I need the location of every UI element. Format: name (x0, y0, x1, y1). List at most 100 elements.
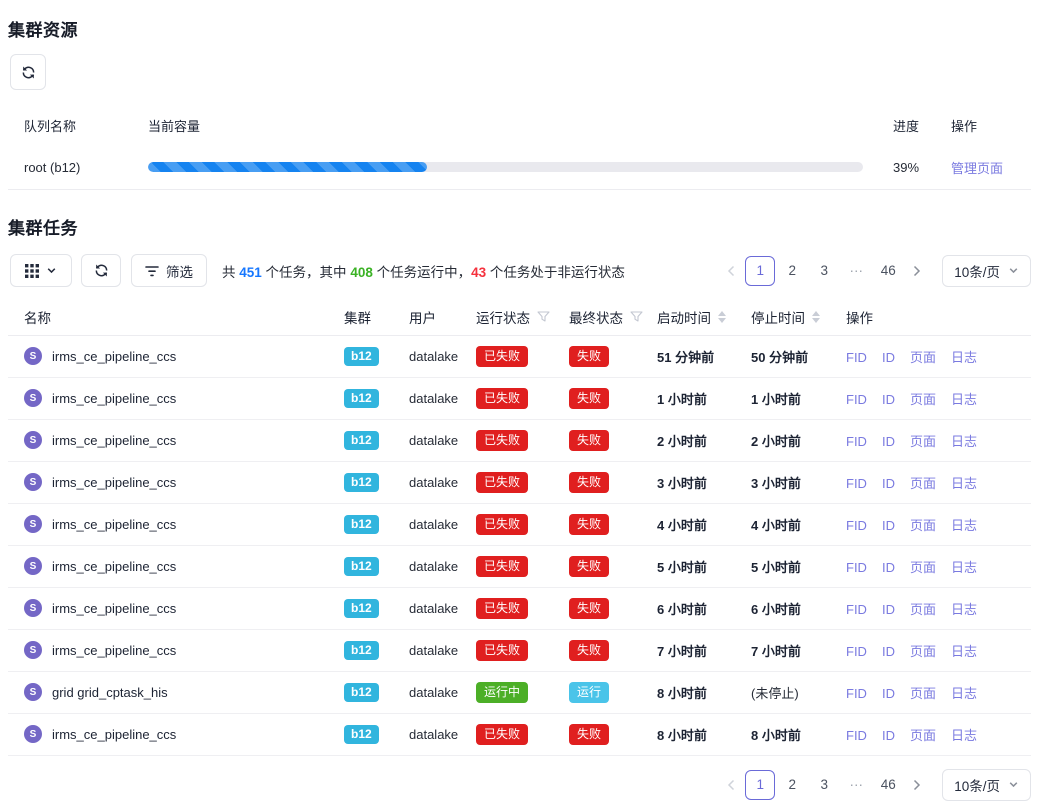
columns-grid-dropdown-button[interactable] (10, 254, 72, 287)
filter-button[interactable]: 筛选 (131, 254, 207, 287)
capacity-progress-track (148, 162, 863, 172)
fid-link[interactable]: FID (846, 518, 867, 533)
id-link[interactable]: ID (882, 476, 895, 491)
final-status-badge: 失败 (569, 346, 609, 367)
id-link[interactable]: ID (882, 686, 895, 701)
id-link[interactable]: ID (882, 560, 895, 575)
chevron-down-icon (1008, 779, 1019, 790)
log-link[interactable]: 日志 (951, 476, 977, 491)
log-link[interactable]: 日志 (951, 518, 977, 533)
page-number-3[interactable]: 3 (809, 256, 839, 286)
page-ellipsis[interactable]: ··· (841, 256, 871, 286)
grid-icon (25, 264, 39, 278)
page-ellipsis[interactable]: ··· (841, 770, 871, 800)
resources-refresh-button[interactable] (10, 54, 46, 90)
id-link[interactable]: ID (882, 602, 895, 617)
page-number-1[interactable]: 1 (745, 770, 775, 800)
avatar: S (24, 515, 42, 533)
fid-link[interactable]: FID (846, 392, 867, 407)
task-name: irms_ce_pipeline_ccs (52, 643, 176, 658)
log-link[interactable]: 日志 (951, 644, 977, 659)
run-status-badge: 已失败 (476, 724, 528, 745)
col-header-final-status: 最终状态 (569, 299, 657, 335)
log-link[interactable]: 日志 (951, 434, 977, 449)
log-link[interactable]: 日志 (951, 350, 977, 365)
page-size-select[interactable]: 10条/页 (942, 255, 1031, 287)
col-header-start-time-label: 启动时间 (657, 307, 711, 327)
page-size-value: 10条/页 (954, 775, 1000, 795)
resources-table-row: root (b12) 39% 管理页面 (8, 145, 1031, 190)
col-header-actions: 操作 (846, 299, 1031, 335)
col-header-progress: 进度 (881, 116, 945, 135)
fid-link[interactable]: FID (846, 476, 867, 491)
page-size-select[interactable]: 10条/页 (942, 769, 1031, 801)
fid-link[interactable]: FID (846, 644, 867, 659)
stop-time: 6 小时前 (751, 602, 801, 617)
next-page-button[interactable] (904, 256, 930, 286)
summary-text: 个任务，其中 (262, 265, 351, 280)
fid-link[interactable]: FID (846, 686, 867, 701)
sort-icon[interactable] (812, 311, 820, 323)
id-link[interactable]: ID (882, 392, 895, 407)
id-link[interactable]: ID (882, 728, 895, 743)
table-row: Sgrid grid_cptask_his b12 datalake 运行中 运… (8, 671, 1031, 713)
page-link[interactable]: 页面 (910, 644, 936, 659)
cluster-badge: b12 (344, 557, 379, 576)
id-link[interactable]: ID (882, 518, 895, 533)
page-number-3[interactable]: 3 (809, 770, 839, 800)
tasks-refresh-button[interactable] (81, 254, 121, 287)
manage-page-link[interactable]: 管理页面 (951, 161, 1003, 176)
fid-link[interactable]: FID (846, 728, 867, 743)
page-link[interactable]: 页面 (910, 476, 936, 491)
col-header-action: 操作 (945, 116, 1015, 135)
fid-link[interactable]: FID (846, 350, 867, 365)
filter-funnel-icon[interactable] (630, 311, 643, 323)
page-link[interactable]: 页面 (910, 392, 936, 407)
task-name: irms_ce_pipeline_ccs (52, 349, 176, 364)
task-name: irms_ce_pipeline_ccs (52, 601, 176, 616)
page-link[interactable]: 页面 (910, 602, 936, 617)
log-link[interactable]: 日志 (951, 686, 977, 701)
page-link[interactable]: 页面 (910, 350, 936, 365)
fid-link[interactable]: FID (846, 434, 867, 449)
filter-funnel-icon[interactable] (537, 311, 550, 323)
id-link[interactable]: ID (882, 434, 895, 449)
user-name: datalake (409, 391, 458, 406)
stop-time: 2 小时前 (751, 434, 801, 449)
page-number-2[interactable]: 2 (777, 256, 807, 286)
next-page-button[interactable] (904, 770, 930, 800)
final-status-badge: 失败 (569, 724, 609, 745)
log-link[interactable]: 日志 (951, 728, 977, 743)
id-link[interactable]: ID (882, 644, 895, 659)
page-link[interactable]: 页面 (910, 686, 936, 701)
tasks-table-footer: 1 2 3 ··· 46 10条/页 (8, 769, 1031, 801)
page-link[interactable]: 页面 (910, 518, 936, 533)
page-number-1[interactable]: 1 (745, 256, 775, 286)
page-link[interactable]: 页面 (910, 728, 936, 743)
start-time: 51 分钟前 (657, 350, 714, 365)
log-link[interactable]: 日志 (951, 392, 977, 407)
page-link[interactable]: 页面 (910, 560, 936, 575)
filter-icon (145, 265, 159, 277)
sort-icon[interactable] (718, 311, 726, 323)
log-link[interactable]: 日志 (951, 602, 977, 617)
fid-link[interactable]: FID (846, 560, 867, 575)
page-link[interactable]: 页面 (910, 434, 936, 449)
col-header-stop-time: 停止时间 (751, 299, 846, 335)
page-number-2[interactable]: 2 (777, 770, 807, 800)
log-link[interactable]: 日志 (951, 560, 977, 575)
start-time: 6 小时前 (657, 602, 707, 617)
running-count: 408 (350, 265, 373, 280)
user-name: datalake (409, 475, 458, 490)
page-number-last[interactable]: 46 (873, 770, 903, 800)
run-status-badge: 已失败 (476, 430, 528, 451)
page-number-last[interactable]: 46 (873, 256, 903, 286)
cluster-badge: b12 (344, 389, 379, 408)
final-status-badge: 失败 (569, 598, 609, 619)
id-link[interactable]: ID (882, 350, 895, 365)
page: 集群资源 队列名称 当前容量 进度 操作 root (b12) (0, 0, 1039, 801)
fid-link[interactable]: FID (846, 602, 867, 617)
prev-page-button[interactable] (718, 770, 744, 800)
prev-page-button[interactable] (718, 256, 744, 286)
chevron-down-icon (1008, 265, 1019, 276)
